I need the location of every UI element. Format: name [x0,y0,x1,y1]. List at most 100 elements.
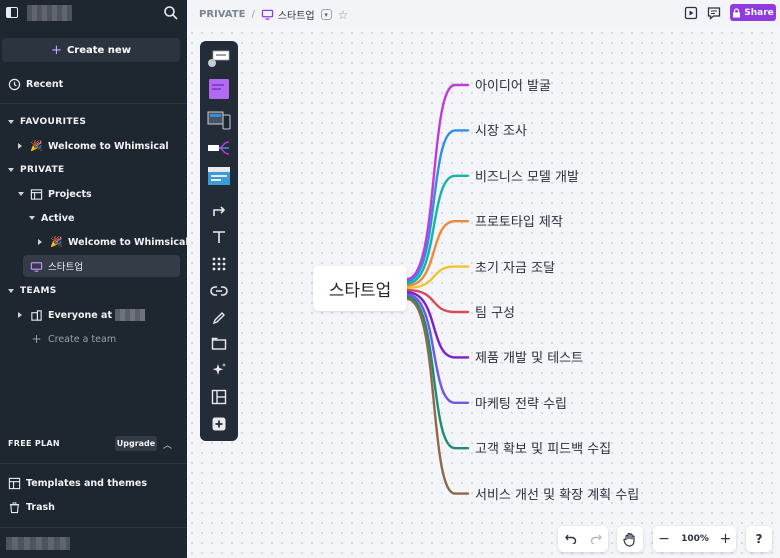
create-new-button[interactable]: + Create new [2,38,180,62]
divider [0,527,187,528]
collapse-icon [8,289,14,293]
undo-icon[interactable] [558,534,583,544]
sidebar-item-startup[interactable]: 스타트업 [30,256,83,276]
mindmap-center-node[interactable]: 스타트업 [313,266,407,311]
mindmap-icon [261,9,273,20]
plus-box-icon [212,417,226,431]
plus-icon: + [31,332,42,346]
expand-icon [18,143,22,149]
search-icon[interactable] [163,5,179,21]
lock-icon [733,7,741,17]
sidebar-toggle-icon[interactable] [6,7,18,18]
trash-label: Trash [26,501,55,513]
link-tool[interactable] [207,280,231,302]
mindmap-branch-node[interactable]: 고객 확보 및 피드백 수집 [475,438,611,457]
divider [0,103,187,104]
grid-tool[interactable] [207,253,231,275]
sidebar-item-everyone[interactable]: Everyone at [18,305,145,325]
wireframe-icon [207,111,231,130]
hand-tool-button[interactable] [617,526,643,552]
sidebar-item-welcome-fav[interactable]: 🎉 Welcome to Whimsical [18,136,169,156]
divider [0,463,187,464]
active-item-label: Welcome to Whimsical [68,236,189,248]
everyone-label: Everyone at [48,309,112,321]
mindmap-branch-node[interactable]: 마케팅 전략 수립 [475,393,567,412]
zoom-in-icon[interactable]: + [715,531,736,547]
help-button[interactable]: ? [746,526,772,552]
mindmap-branch-node[interactable]: 아이디어 발굴 [475,75,551,94]
flowchart-tool[interactable] [207,48,231,70]
wireframe-tool[interactable] [207,109,231,131]
doc-tool[interactable] [207,165,231,187]
section-teams[interactable]: TEAMS [8,281,57,301]
share-label: Share [744,7,774,18]
workspace-name-redacted[interactable] [27,5,72,21]
templates-icon [8,477,21,489]
connector-tool[interactable] [207,199,231,221]
sparkle-icon [212,363,226,375]
sidebar-item-trash[interactable]: Trash [8,497,55,517]
flowchart-shape-icon [208,50,230,67]
link-icon [210,286,228,296]
doc-title[interactable]: 스타트업 [278,7,315,22]
comment-icon[interactable] [707,6,721,20]
top-bar: PRIVATE / 스타트업 ▾ ☆ Share [187,0,780,28]
chevron-down-icon[interactable]: ▾ [320,9,332,20]
zoom-level[interactable]: 100% [675,534,715,544]
favourites-label: FAVOURITES [20,117,87,127]
redo-icon[interactable] [583,534,608,544]
share-button[interactable]: Share [730,4,776,21]
templates-label: Templates and themes [26,477,147,489]
recent-label: Recent [26,78,64,90]
sidebar-item-active[interactable]: Active [29,208,74,228]
collapse-icon [8,168,14,172]
clock-icon [8,78,21,90]
mindmap-branch-node[interactable]: 제품 개발 및 테스트 [475,347,583,366]
star-icon[interactable]: ☆ [338,8,349,22]
present-icon[interactable] [684,6,698,20]
sticky-note-tool[interactable] [207,78,231,100]
more-tools[interactable] [207,413,231,435]
section-tool[interactable] [207,333,231,355]
section-private[interactable]: PRIVATE [8,160,65,180]
breadcrumb-doc[interactable]: 스타트업 [261,7,315,22]
mindmap-branch-node[interactable]: 팀 구성 [475,302,515,321]
breadcrumb-section[interactable]: PRIVATE [199,9,245,20]
mindmap-tool[interactable] [207,137,231,159]
sidebar: + Create new Recent FAVOURITES 🎉 Welcome… [0,0,189,558]
center-node-label: 스타트업 [328,281,392,301]
arrow-icon [213,206,226,216]
mindmap-branch-node[interactable]: 시장 조사 [475,120,527,139]
zoom-out-icon[interactable]: − [653,531,675,547]
chevron-up-icon[interactable]: ︿ [163,438,172,451]
teams-label: TEAMS [20,286,57,296]
create-team-button[interactable]: + Create a team [30,329,116,349]
doc-item-label: 스타트업 [48,262,83,273]
party-icon: 🎉 [30,140,43,152]
ai-tool[interactable] [207,359,231,381]
sidebar-item-templates[interactable]: Templates and themes [8,473,147,493]
mindmap-icon [30,261,43,272]
section-favourites[interactable]: FAVOURITES [8,112,86,132]
mindmap-branch-node[interactable]: 서비스 개선 및 확장 계획 수립 [475,484,639,503]
mindmap-connector [405,293,470,404]
user-account-redacted[interactable] [6,537,70,550]
mindmap-branch-node[interactable]: 비즈니스 모델 개발 [475,166,579,185]
grid-dots-icon [212,257,226,271]
text-tool[interactable] [207,226,231,248]
pen-tool[interactable] [207,307,231,329]
collapse-icon [29,216,35,220]
mindmap-branch-node[interactable]: 초기 자금 조달 [475,257,555,276]
folder-icon [211,337,227,350]
sidebar-item-welcome-active[interactable]: 🎉 Welcome to Whimsical [38,232,189,252]
sidebar-item-recent[interactable]: Recent [8,74,63,94]
mindmap-tool-icon [208,141,230,155]
free-plan-label: FREE PLAN [8,439,60,448]
fav-item-label: Welcome to Whimsical [48,140,169,152]
mindmap-branch-node[interactable]: 프로토타입 제작 [475,211,563,230]
doc-embed-icon [208,167,230,185]
mindmap-connectors [405,83,470,495]
layout-tool[interactable] [207,386,231,408]
sidebar-item-projects[interactable]: Projects [18,184,92,204]
upgrade-button[interactable]: Upgrade [115,436,157,451]
